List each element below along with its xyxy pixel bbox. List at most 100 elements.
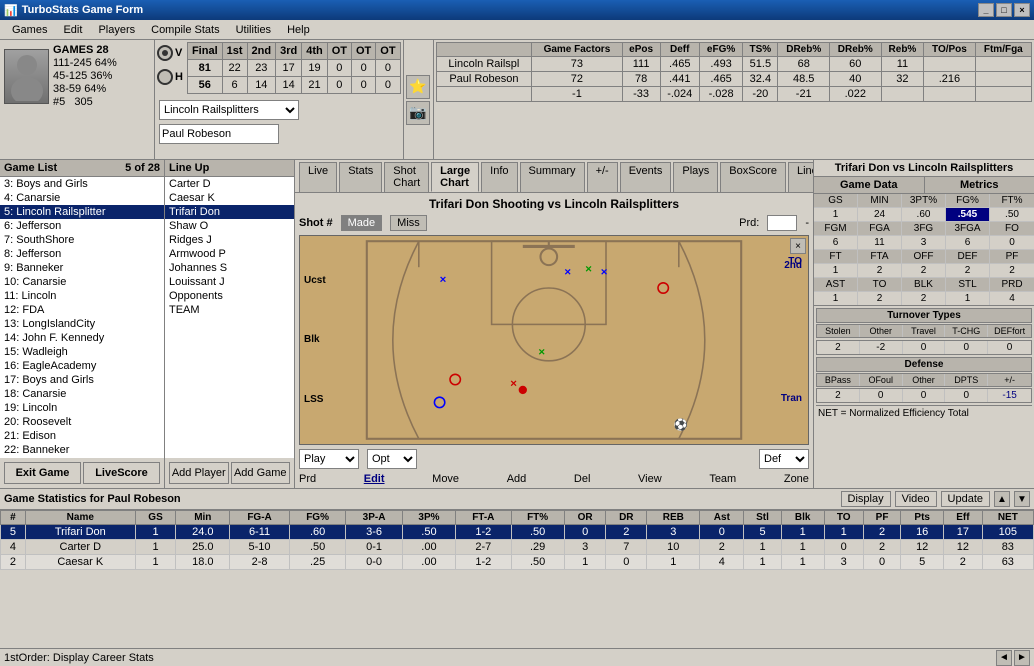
def-select[interactable]: Def (759, 449, 809, 469)
display-button[interactable]: Display (841, 491, 891, 507)
minimize-button[interactable]: _ (978, 3, 994, 17)
tab-plays[interactable]: Plays (673, 162, 718, 192)
chart-close-button[interactable]: × (790, 238, 806, 254)
tab-large-chart[interactable]: Large Chart (431, 162, 479, 192)
game-list-item-16[interactable]: 16: EagleAcademy (0, 359, 164, 373)
livescore-button[interactable]: LiveScore (83, 462, 160, 484)
close-button[interactable]: × (1014, 3, 1030, 17)
game-list-scroll[interactable]: 3: Boys and Girls 4: Canarsie 5: Lincoln… (0, 177, 164, 458)
tab-plusminus[interactable]: +/- (587, 162, 618, 192)
lineup-caesar[interactable]: Caesar K (165, 191, 294, 205)
middle-section: Game List 5 of 28 3: Boys and Girls 4: C… (0, 160, 1034, 488)
fga-val: 11 (858, 236, 902, 249)
game-list-item-8[interactable]: 8: Jefferson (0, 247, 164, 261)
table-row-caesar[interactable]: 2 Caesar K 1 18.0 2-8 .25 0-0 .00 1-2 .5… (1, 555, 1034, 570)
scroll-left-button[interactable]: ◄ (996, 650, 1012, 666)
game-list-item-4[interactable]: 4: Canarsie (0, 191, 164, 205)
lineup-list[interactable]: Carter D Caesar K Trifari Don Shaw O Rid… (165, 177, 294, 458)
tab-lineups[interactable]: Lineups (788, 162, 814, 192)
game-list-item-11[interactable]: 11: Lincoln (0, 289, 164, 303)
h-radio[interactable] (157, 69, 173, 85)
menu-edit[interactable]: Edit (55, 22, 90, 38)
game-list-item-19[interactable]: 19: Lincoln (0, 401, 164, 415)
exit-game-button[interactable]: Exit Game (4, 462, 81, 484)
game-list-item-17[interactable]: 17: Boys and Girls (0, 373, 164, 387)
game-list-item-7[interactable]: 7: SouthShore (0, 233, 164, 247)
move-label: Move (432, 473, 459, 485)
team-select[interactable]: Lincoln Railsplitters (159, 100, 299, 120)
col-fta: FT-A (456, 511, 511, 525)
maximize-button[interactable]: □ (996, 3, 1012, 17)
table-row-carter[interactable]: 4 Carter D 1 25.0 5-10 .50 0-1 .00 2-7 .… (1, 540, 1034, 555)
min-val: 24 (858, 208, 902, 221)
table-row-trifari[interactable]: 5 Trifari Don 1 24.0 6-11 .60 3-6 .50 1-… (1, 525, 1034, 540)
game-list-item-18[interactable]: 18: Canarsie (0, 387, 164, 401)
lineup-louissant[interactable]: Louissant J (165, 275, 294, 289)
title-bar-text: TurboStats Game Form (22, 4, 143, 16)
game-list-item-5[interactable]: 5: Lincoln Railsplitter (0, 205, 164, 219)
row2-name: Carter D (25, 540, 135, 555)
menu-compile-stats[interactable]: Compile Stats (143, 22, 227, 38)
home-ot1: 0 (327, 77, 351, 94)
tab-info[interactable]: Info (481, 162, 517, 192)
scroll-down-button[interactable]: ▼ (1014, 491, 1030, 507)
game-list-item-9[interactable]: 9: Banneker (0, 261, 164, 275)
tab-shot-chart[interactable]: Shot Chart (384, 162, 429, 192)
tfga-val: 6 (946, 236, 990, 249)
miss-button[interactable]: Miss (390, 215, 427, 231)
game-list-item-12[interactable]: 12: FDA (0, 303, 164, 317)
stolen-header: Stolen (817, 325, 860, 337)
play-select[interactable]: Play (299, 449, 359, 469)
lineup-johannes[interactable]: Johannes S (165, 261, 294, 275)
v-radio[interactable] (157, 45, 173, 61)
tab-boxscore[interactable]: BoxScore (720, 162, 786, 192)
lineup-team[interactable]: TEAM (165, 303, 294, 317)
lineup-carter[interactable]: Carter D (165, 177, 294, 191)
update-button[interactable]: Update (941, 491, 990, 507)
game-list-item-14[interactable]: 14: John F. Kennedy (0, 331, 164, 345)
game-list-item-20[interactable]: 20: Roosevelt (0, 415, 164, 429)
menu-games[interactable]: Games (4, 22, 55, 38)
row2-ast: 2 (700, 540, 744, 555)
menu-utilities[interactable]: Utilities (228, 22, 279, 38)
add-game-button[interactable]: Add Game (231, 462, 291, 484)
bottom-table-container[interactable]: # Name GS Min FG-A FG% 3P-A 3P% FT-A FT%… (0, 510, 1034, 648)
scroll-up-button[interactable]: ▲ (994, 491, 1010, 507)
game-list-item-15[interactable]: 15: Wadleigh (0, 345, 164, 359)
game-list-item-6[interactable]: 6: Jefferson (0, 219, 164, 233)
made-button[interactable]: Made (341, 215, 383, 231)
game-list-item-13[interactable]: 13: LongIslandCity (0, 317, 164, 331)
row3-reb: 1 (647, 555, 700, 570)
add-player-button[interactable]: Add Player (169, 462, 229, 484)
menu-help[interactable]: Help (279, 22, 318, 38)
tab-stats[interactable]: Stats (339, 162, 382, 192)
lineup-opponents[interactable]: Opponents (165, 289, 294, 303)
edit-link[interactable]: Edit (364, 473, 385, 485)
game-list-item-21[interactable]: 21: Edison (0, 429, 164, 443)
game-list-item-22[interactable]: 22: Banneker (0, 443, 164, 457)
tab-events[interactable]: Events (620, 162, 672, 192)
star-icon-btn[interactable]: ⭐ (406, 75, 430, 99)
scroll-right-button[interactable]: ► (1014, 650, 1030, 666)
col-ast: Ast (700, 511, 744, 525)
row3-ftpct: .50 (511, 555, 564, 570)
lineup-trifari[interactable]: Trifari Don (165, 205, 294, 219)
game-list-item-10[interactable]: 10: Canarsie (0, 275, 164, 289)
paint-stat: Paint: - (299, 487, 334, 488)
travel-header: Travel (903, 325, 946, 337)
bpass-header: BPass (817, 374, 860, 386)
lineup-ridges[interactable]: Ridges J (165, 233, 294, 247)
menu-players[interactable]: Players (90, 22, 143, 38)
tab-summary[interactable]: Summary (520, 162, 585, 192)
tab-live[interactable]: Live (299, 162, 337, 192)
player-name-field[interactable] (159, 124, 279, 144)
scrollbar-area: ◄ ► (996, 650, 1030, 666)
prd-input[interactable] (767, 215, 797, 231)
opt-select[interactable]: Opt (367, 449, 417, 469)
gf-col-ts: TS% (743, 43, 778, 57)
video-button[interactable]: Video (895, 491, 937, 507)
camera-icon-btn[interactable]: 📷 (406, 101, 430, 125)
lineup-armwood[interactable]: Armwood P (165, 247, 294, 261)
game-list-item-3[interactable]: 3: Boys and Girls (0, 177, 164, 191)
lineup-shaw[interactable]: Shaw O (165, 219, 294, 233)
